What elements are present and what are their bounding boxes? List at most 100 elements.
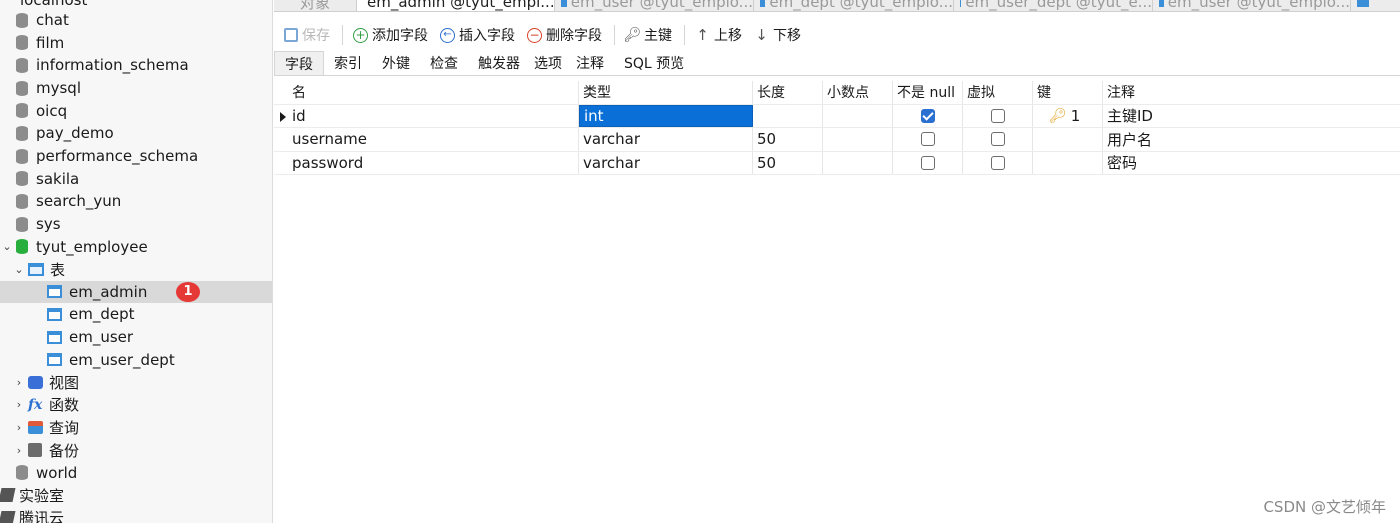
subtab-triggers[interactable]: 触发器 bbox=[468, 51, 530, 75]
subtab-comment[interactable]: 注释 bbox=[566, 51, 614, 75]
tab-em-user-dept[interactable]: em_user_dept @tyut_e... bbox=[954, 0, 1153, 11]
cell-length[interactable]: 50 bbox=[753, 151, 823, 174]
tab-em-user-2[interactable]: em_user @tyut_emplo... bbox=[1153, 0, 1351, 11]
table-row[interactable]: username varchar 50 用户名 bbox=[274, 128, 1400, 152]
tab-em-user[interactable]: em_user @tyut_emplo... bbox=[555, 0, 754, 11]
subtab-foreign-keys[interactable]: 外键 bbox=[372, 51, 420, 75]
subtab-options[interactable]: 选项 bbox=[530, 51, 566, 75]
not-null-checkbox[interactable] bbox=[920, 108, 935, 123]
cell-not-null bbox=[893, 151, 963, 174]
virtual-checkbox[interactable] bbox=[990, 132, 1005, 147]
not-null-checkbox[interactable] bbox=[920, 155, 935, 170]
tree-item-db-chat[interactable]: chat bbox=[0, 9, 272, 31]
tree-item-queries-folder[interactable]: › 查询 bbox=[0, 416, 272, 438]
add-field-button[interactable]: + 添加字段 bbox=[353, 25, 428, 45]
column-header-length[interactable]: 长度 bbox=[753, 81, 823, 104]
move-up-button[interactable]: ↑ 上移 bbox=[695, 25, 742, 45]
table-icon bbox=[47, 353, 62, 366]
cell-decimals[interactable] bbox=[823, 128, 893, 151]
tree-item-group-tencent-cloud[interactable]: 腾讯云 bbox=[0, 507, 272, 523]
subtab-indexes[interactable]: 索引 bbox=[324, 51, 372, 75]
save-button[interactable]: 保存 bbox=[284, 25, 330, 45]
tree-item-backups-folder[interactable]: › 备份 bbox=[0, 439, 272, 461]
chevron-down-icon[interactable]: ⌄ bbox=[0, 240, 14, 254]
column-header-type[interactable]: 类型 bbox=[579, 81, 753, 104]
move-up-label: 上移 bbox=[714, 28, 742, 44]
cell-length[interactable] bbox=[753, 104, 823, 127]
table-row[interactable]: password varchar 50 密码 bbox=[274, 151, 1400, 175]
cell-decimals[interactable] bbox=[823, 151, 893, 174]
cell-virtual bbox=[963, 128, 1033, 151]
cell-name[interactable]: username bbox=[288, 128, 579, 151]
chevron-right-icon[interactable]: › bbox=[12, 420, 26, 434]
column-header-name[interactable]: 名 bbox=[288, 81, 579, 104]
chevron-down-icon[interactable]: ⌄ bbox=[12, 262, 26, 276]
tree-item-db-performance-schema[interactable]: performance_schema bbox=[0, 145, 272, 167]
virtual-checkbox[interactable] bbox=[990, 155, 1005, 170]
column-header-not-null[interactable]: 不是 null bbox=[893, 81, 963, 104]
cell-length[interactable]: 50 bbox=[753, 128, 823, 151]
subtab-sql-preview[interactable]: SQL 预览 bbox=[614, 51, 694, 75]
tree-item-views-folder[interactable]: › 视图 bbox=[0, 371, 272, 393]
tree-item-db-sys[interactable]: sys bbox=[0, 213, 272, 235]
cell-type[interactable]: int bbox=[579, 104, 753, 127]
column-header-comment[interactable]: 注释 bbox=[1103, 81, 1400, 104]
column-header-key[interactable]: 键 bbox=[1033, 81, 1103, 104]
chevron-right-icon[interactable]: › bbox=[12, 443, 26, 457]
watermark-text: CSDN @文艺倾年 bbox=[1263, 498, 1386, 516]
primary-key-button[interactable]: 🔑︎ 主键 bbox=[624, 25, 672, 45]
fields-grid: 名 类型 长度 小数点 不是 null 虚拟 键 注释 id int 🔑︎ 1 … bbox=[274, 81, 1400, 175]
cell-comment[interactable]: 主键ID bbox=[1103, 105, 1400, 128]
tree-item-group-lab[interactable]: 实验室 bbox=[0, 484, 272, 506]
tree-item-db-sakila[interactable]: sakila bbox=[0, 168, 272, 190]
cell-key[interactable]: 🔑︎ 1 bbox=[1033, 104, 1103, 127]
column-header-virtual[interactable]: 虚拟 bbox=[963, 81, 1033, 104]
tab-objects[interactable]: 对象 bbox=[274, 0, 357, 11]
tree-item-tables-folder[interactable]: ⌄ 表 bbox=[0, 258, 272, 280]
table-design-icon bbox=[960, 0, 962, 7]
column-header-decimals[interactable]: 小数点 bbox=[823, 81, 893, 104]
tree-item-table-em-admin[interactable]: em_admin 1 bbox=[0, 280, 272, 303]
table-row[interactable]: id int 🔑︎ 1 主键ID bbox=[274, 104, 1400, 128]
tree-item-db-world[interactable]: world bbox=[0, 462, 272, 484]
tree-item-table-em-dept[interactable]: em_dept bbox=[0, 303, 272, 325]
virtual-checkbox[interactable] bbox=[990, 108, 1005, 123]
insert-field-button[interactable]: ← 插入字段 bbox=[440, 25, 515, 45]
tree-item-table-em-user-dept[interactable]: em_user_dept bbox=[0, 349, 272, 371]
tree-item-table-em-user[interactable]: em_user bbox=[0, 326, 272, 348]
cell-type[interactable]: varchar bbox=[579, 128, 753, 151]
cell-name[interactable]: id bbox=[288, 104, 579, 127]
tab-em-dept[interactable]: em_dept @tyut_emplo... bbox=[754, 0, 954, 11]
table-design-icon bbox=[561, 0, 567, 7]
cell-key[interactable] bbox=[1033, 151, 1103, 174]
not-null-checkbox[interactable] bbox=[920, 132, 935, 147]
delete-field-button[interactable]: − 删除字段 bbox=[527, 25, 602, 45]
database-open-icon bbox=[16, 239, 28, 254]
tab-em-admin[interactable]: em_admin @tyut_empl... bbox=[357, 0, 555, 11]
cell-decimals[interactable] bbox=[823, 104, 893, 127]
connection-label: localhost bbox=[20, 0, 88, 9]
chevron-right-icon[interactable]: › bbox=[12, 398, 26, 412]
tree-item-db-mysql[interactable]: mysql bbox=[0, 77, 272, 99]
cell-comment[interactable]: 用户名 bbox=[1103, 128, 1400, 151]
tree-item-db-pay-demo[interactable]: pay_demo bbox=[0, 122, 272, 144]
cell-type[interactable]: varchar bbox=[579, 151, 753, 174]
tab-overflow[interactable] bbox=[1351, 0, 1400, 11]
design-subtabs: 字段 索引 外键 检查 触发器 选项 注释 SQL 预览 bbox=[274, 51, 1400, 76]
tree-item-db-film[interactable]: film bbox=[0, 32, 272, 54]
move-down-button[interactable]: ↓ 下移 bbox=[754, 25, 801, 45]
cell-comment[interactable]: 密码 bbox=[1103, 152, 1400, 175]
tree-item-db-search-yun[interactable]: search_yun bbox=[0, 190, 272, 212]
cell-key[interactable] bbox=[1033, 128, 1103, 151]
database-icon bbox=[16, 171, 28, 186]
subtab-fields[interactable]: 字段 bbox=[274, 51, 324, 75]
tree-item-db-oicq[interactable]: oicq bbox=[0, 100, 272, 122]
tree-item-db-information-schema[interactable]: information_schema bbox=[0, 54, 272, 76]
chevron-right-icon[interactable]: › bbox=[12, 375, 26, 389]
tree-item-db-tyut-employee[interactable]: ⌄ tyut_employee bbox=[0, 236, 272, 258]
subtab-checks[interactable]: 检查 bbox=[420, 51, 468, 75]
db-label: tyut_employee bbox=[36, 237, 148, 256]
group-label: 实验室 bbox=[19, 486, 65, 505]
cell-name[interactable]: password bbox=[288, 151, 579, 174]
tree-item-functions-folder[interactable]: › fx 函数 bbox=[0, 394, 272, 416]
